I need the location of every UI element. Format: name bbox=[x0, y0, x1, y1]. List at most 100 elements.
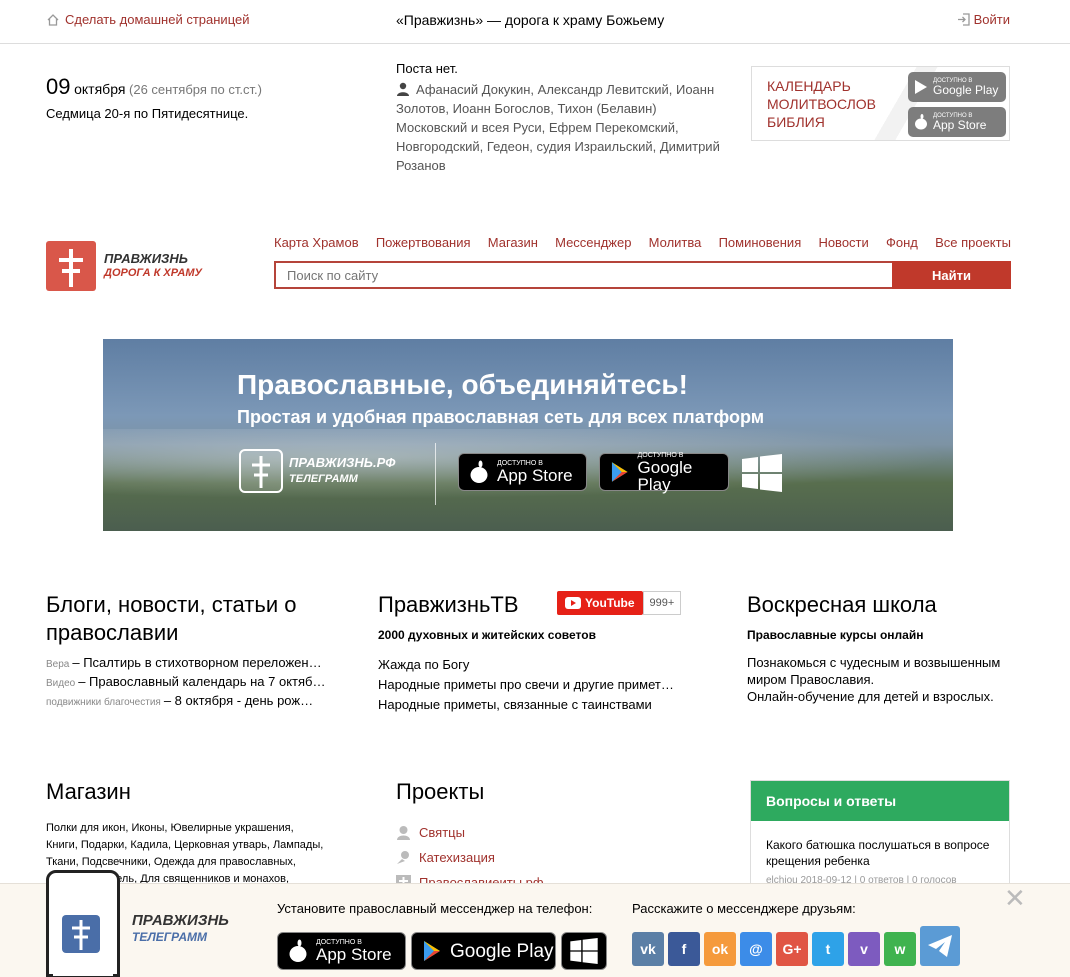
nav-shop[interactable]: Магазин bbox=[488, 235, 538, 250]
telegram-icon[interactable] bbox=[920, 926, 960, 966]
apple-icon bbox=[470, 460, 488, 483]
shop-categories-line[interactable]: Книги, Подарки, Кадила, Церковная утварь… bbox=[46, 837, 323, 854]
login-icon bbox=[957, 13, 970, 26]
banner-divider bbox=[435, 443, 436, 505]
phone-illustration bbox=[46, 870, 120, 977]
apple-icon bbox=[289, 939, 307, 962]
home-icon bbox=[47, 13, 59, 26]
site-motto: «Правжизнь» — дорога к храму Божьему bbox=[396, 12, 665, 28]
item-tag: Видео bbox=[46, 678, 76, 689]
list-item[interactable]: Вера – Псалтирь в стихотворном переложен… bbox=[46, 654, 336, 673]
viber-icon[interactable]: v bbox=[848, 932, 880, 966]
nav-prayer[interactable]: Молитва bbox=[649, 235, 702, 250]
list-item[interactable]: Жажда по Богу bbox=[378, 655, 674, 675]
nav-news[interactable]: Новости bbox=[818, 235, 868, 250]
saints-list[interactable]: Афанасий Докукин, Александр Левитский, И… bbox=[396, 82, 720, 173]
shop-categories-line[interactable]: Полки для икон, Иконы, Ювелирные украшен… bbox=[46, 820, 323, 837]
whatsapp-icon[interactable]: w bbox=[884, 932, 916, 966]
footer-app-store-badge[interactable]: ДОСТУПНО В App Store bbox=[277, 932, 406, 970]
moimir-icon[interactable]: @ bbox=[740, 932, 772, 966]
school-title[interactable]: Воскресная школа bbox=[747, 591, 937, 619]
banner-subheadline: Простая и удобная православная сеть для … bbox=[237, 407, 765, 427]
banner-headline: Православные, объединяйтесь! bbox=[237, 369, 688, 400]
search-input[interactable] bbox=[274, 261, 892, 289]
projects-title: Проекты bbox=[396, 779, 485, 804]
qa-title[interactable]: Вопросы и ответы bbox=[751, 781, 1009, 821]
subscriber-count: 999+ bbox=[642, 591, 682, 615]
apple-icon bbox=[915, 114, 927, 130]
search-bar: Найти bbox=[274, 261, 1011, 289]
cross-logo-icon bbox=[239, 449, 283, 493]
odnoklassniki-icon[interactable]: ok bbox=[704, 932, 736, 966]
blogs-list: Вера – Псалтирь в стихотворном переложен…… bbox=[46, 654, 336, 711]
calendar-month: октября bbox=[74, 81, 126, 97]
footer-brand-title: ПРАВЖИЗНЬ bbox=[132, 912, 229, 929]
saint-icon bbox=[397, 826, 410, 840]
project-label: Катехизация bbox=[419, 850, 495, 865]
list-item[interactable]: Видео – Православный календарь на 7 октяб… bbox=[46, 673, 336, 692]
project-label: Святцы bbox=[419, 825, 465, 840]
badge-store-name: Google Play bbox=[450, 940, 554, 962]
bible-app-link[interactable]: БИБЛИЯ bbox=[767, 113, 876, 131]
project-item-saints[interactable]: Святцы bbox=[396, 820, 544, 845]
tv-list: Жажда по Богу Народные приметы про свечи… bbox=[378, 655, 674, 715]
list-item[interactable]: Народные приметы про свечи и другие прим… bbox=[378, 675, 674, 695]
make-homepage-label: Сделать домашней страницей bbox=[65, 12, 250, 27]
footer-windows-badge[interactable] bbox=[561, 932, 607, 970]
item-tag: Вера bbox=[46, 659, 70, 670]
nav-foundation[interactable]: Фонд bbox=[886, 235, 918, 250]
list-item[interactable]: Народные приметы, связанные с таинствами bbox=[378, 695, 674, 715]
site-logo[interactable]: ПРАВЖИЗНЬ ДОРОГА К ХРАМУ bbox=[46, 241, 202, 291]
logo-subtitle: ДОРОГА К ХРАМУ bbox=[104, 267, 202, 279]
calendar-week: Седмица 20-я по Пятидесятнице. bbox=[46, 106, 249, 121]
twitter-icon[interactable]: t bbox=[812, 932, 844, 966]
nav-donations[interactable]: Пожертвования bbox=[376, 235, 471, 250]
app-store-badge-small[interactable]: ДОСТУПНО В App Store bbox=[908, 107, 1006, 137]
qa-widget: Вопросы и ответы Какого батюшка послушат… bbox=[750, 780, 1010, 890]
vk-icon[interactable]: vk bbox=[632, 932, 664, 966]
google-play-badge-small[interactable]: ДОСТУПНО В Google Play bbox=[908, 72, 1006, 102]
login-link[interactable]: Войти bbox=[957, 12, 1010, 27]
windows-icon[interactable] bbox=[742, 454, 782, 492]
banner-brand[interactable]: ПРАВЖИЗНЬ.РФ ТЕЛЕГРАММ bbox=[239, 449, 395, 493]
nav-commemorations[interactable]: Поминовения bbox=[719, 235, 802, 250]
badge-store-name: Google Play bbox=[637, 457, 693, 494]
qa-question[interactable]: Какого батюшка послушаться в вопросе кре… bbox=[751, 821, 1009, 869]
badge-store-name: Google Play bbox=[933, 83, 999, 97]
google-play-badge[interactable]: ДОСТУПНО В Google Play bbox=[599, 452, 729, 494]
app-promo-box[interactable]: КАЛЕНДАРЬ МОЛИТВОСЛОВ БИБЛИЯ ДОСТУПНО ВG… bbox=[751, 66, 1010, 141]
youtube-icon bbox=[565, 597, 581, 609]
app-store-badge[interactable]: ДОСТУПНО В App Store bbox=[458, 453, 587, 491]
badge-store-name: App Store bbox=[497, 466, 573, 485]
project-item-catechesis[interactable]: Катехизация bbox=[396, 845, 544, 870]
youtube-subscribe[interactable]: YouTube 999+ bbox=[557, 591, 682, 615]
nav-messenger[interactable]: Мессенджер bbox=[555, 235, 631, 250]
prayerbook-app-link[interactable]: МОЛИТВОСЛОВ bbox=[767, 95, 876, 113]
tv-title[interactable]: ПравжизньТВ bbox=[378, 591, 519, 619]
cross-logo-icon bbox=[62, 915, 100, 953]
main-nav: Карта Храмов Пожертвования Магазин Мессе… bbox=[274, 235, 1011, 250]
banner-brand-title: ПРАВЖИЗНЬ.РФ bbox=[289, 455, 396, 470]
shop-categories-line[interactable]: Ткани, Подсвечники, Одежда для православ… bbox=[46, 854, 323, 871]
youtube-button[interactable]: YouTube bbox=[557, 591, 643, 615]
item-text: – Псалтирь в стихотворном переложен… bbox=[72, 655, 322, 670]
school-text: Познакомься с чудесным и возвышенным мир… bbox=[747, 654, 1000, 705]
googleplus-icon[interactable]: G+ bbox=[776, 932, 808, 966]
list-item[interactable]: подвижники благочестия – 8 октября - день… bbox=[46, 692, 336, 711]
footer-google-play-badge[interactable]: Google Play bbox=[411, 932, 556, 970]
google-play-icon bbox=[915, 80, 927, 94]
messenger-banner[interactable]: Православные, объединяйтесь! Простая и у… bbox=[103, 339, 953, 531]
school-text-line: Онлайн-обучение для детей и взрослых. bbox=[747, 689, 994, 704]
make-homepage-link[interactable]: Сделать домашней страницей bbox=[46, 12, 249, 27]
facebook-icon[interactable]: f bbox=[668, 932, 700, 966]
shop-title[interactable]: Магазин bbox=[46, 778, 131, 806]
login-label: Войти bbox=[973, 12, 1010, 27]
blogs-title[interactable]: Блоги, новости, статьи о православии bbox=[46, 591, 346, 647]
google-play-icon bbox=[611, 462, 628, 482]
calendar-day: 09 bbox=[46, 74, 71, 99]
search-button[interactable]: Найти bbox=[892, 261, 1011, 289]
nav-all-projects[interactable]: Все проекты bbox=[935, 235, 1011, 250]
calendar-app-link[interactable]: КАЛЕНДАРЬ bbox=[767, 77, 876, 95]
close-icon[interactable]: ✕ bbox=[1004, 885, 1026, 911]
nav-church-map[interactable]: Карта Храмов bbox=[274, 235, 359, 250]
